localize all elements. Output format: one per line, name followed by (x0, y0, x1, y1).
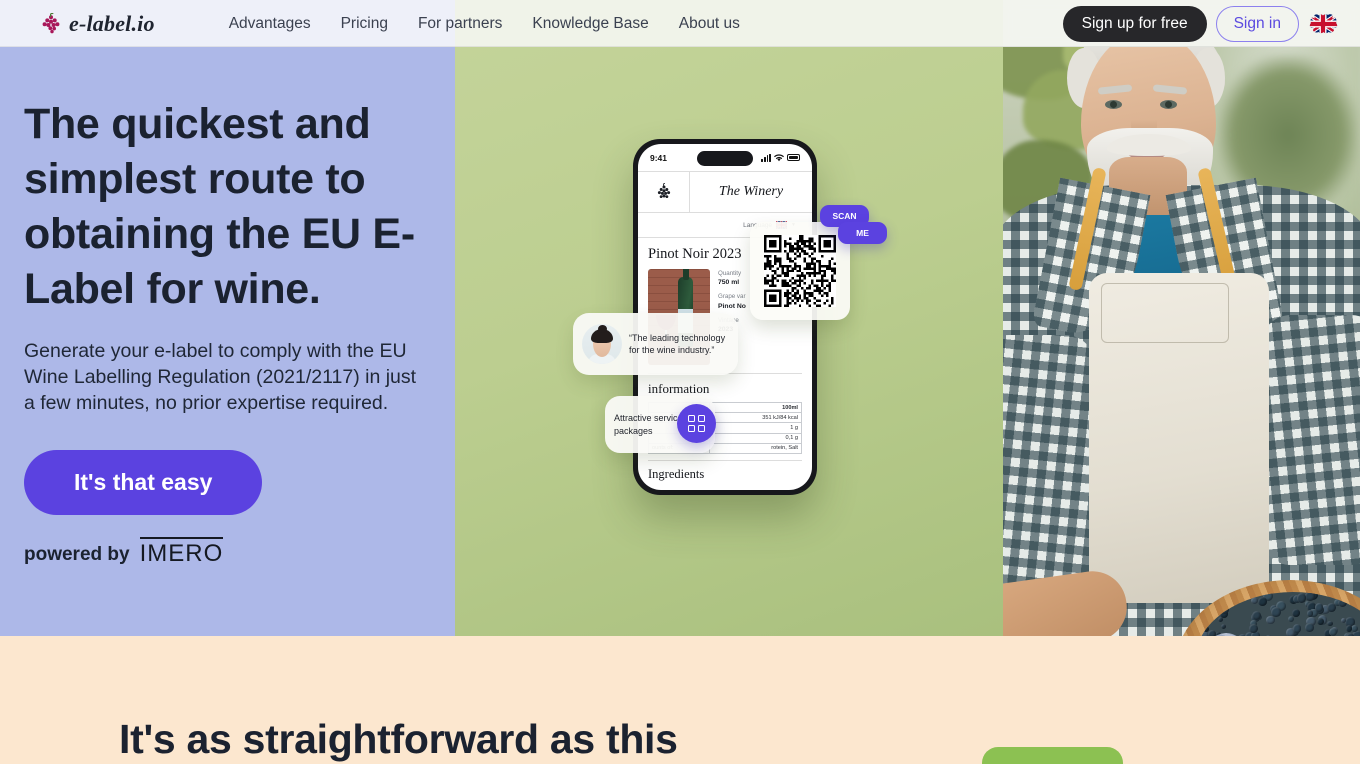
winery-grape-icon (638, 172, 690, 212)
hero-subtitle: Generate your e-label to comply with the… (24, 340, 417, 414)
fact-key: Quantity (718, 270, 742, 277)
status-time: 9:41 (650, 152, 668, 163)
powered-by: powered by IMERO (24, 537, 444, 568)
phone-app-header: The Winery (638, 171, 812, 213)
nav-link-advantages[interactable]: Advantages (229, 15, 311, 33)
sign-in-button[interactable]: Sign in (1215, 5, 1299, 42)
nutrition-value: 1 g (709, 422, 802, 434)
section-title: It's as straightforward as this (119, 716, 678, 762)
nutrition-value: 351 kJ/84 kcal (709, 412, 802, 424)
uk-flag-icon[interactable] (1308, 13, 1338, 35)
brand-logo[interactable]: e-label.io (40, 11, 155, 37)
nav-link-about-us[interactable]: About us (679, 15, 740, 33)
ingredients-heading: Ingredients (648, 459, 802, 482)
nav-links: Advantages Pricing For partners Knowledg… (229, 15, 740, 33)
nav-actions: Sign up for free Sign in (1062, 5, 1338, 42)
testimonial-card: “The leading technology for the wine ind… (573, 313, 738, 375)
qr-code-card (750, 222, 850, 320)
hero-section: The quickest and simplest route to obtai… (0, 0, 1360, 636)
sign-up-button[interactable]: Sign up for free (1062, 5, 1207, 42)
nutrition-value: 0,1 g (709, 432, 802, 444)
avatar (582, 324, 622, 364)
nutrition-header: 100ml (709, 401, 802, 414)
nav-divider (0, 46, 1360, 47)
grape-icon (40, 12, 62, 35)
hero-copy: The quickest and simplest route to obtai… (24, 97, 444, 566)
green-decoration-shape (982, 747, 1123, 764)
battery-icon (787, 154, 800, 161)
nav-link-for-partners[interactable]: For partners (418, 15, 502, 33)
qr-code-image (764, 235, 836, 307)
imero-logo: IMERO (139, 537, 224, 568)
signal-icon (761, 153, 771, 162)
powered-by-label: powered by (24, 544, 130, 566)
fact-key: Grape var (718, 293, 746, 301)
information-heading: information (648, 373, 802, 397)
top-navigation-bar: e-label.io Advantages Pricing For partne… (0, 0, 1360, 47)
nutrition-value: rotein, Salt (709, 442, 802, 454)
page-title: The quickest and simplest route to obtai… (24, 100, 415, 314)
nav-link-knowledge-base[interactable]: Knowledge Base (532, 15, 648, 33)
dynamic-island (697, 151, 753, 166)
brand-name: e-label.io (69, 10, 155, 36)
packages-grid-icon[interactable] (677, 404, 716, 443)
winery-name: The Winery (718, 184, 784, 199)
winemaker-photo (1003, 0, 1360, 636)
landing-page: The quickest and simplest route to obtai… (0, 0, 1360, 764)
torso (1003, 157, 1360, 636)
scan-badge-bottom[interactable]: ME (838, 222, 887, 244)
wifi-icon (774, 153, 784, 161)
its-that-easy-button[interactable]: It's that easy (24, 450, 263, 516)
testimonial-text: “The leading technology for the wine ind… (629, 332, 726, 355)
nav-link-pricing[interactable]: Pricing (341, 15, 388, 33)
